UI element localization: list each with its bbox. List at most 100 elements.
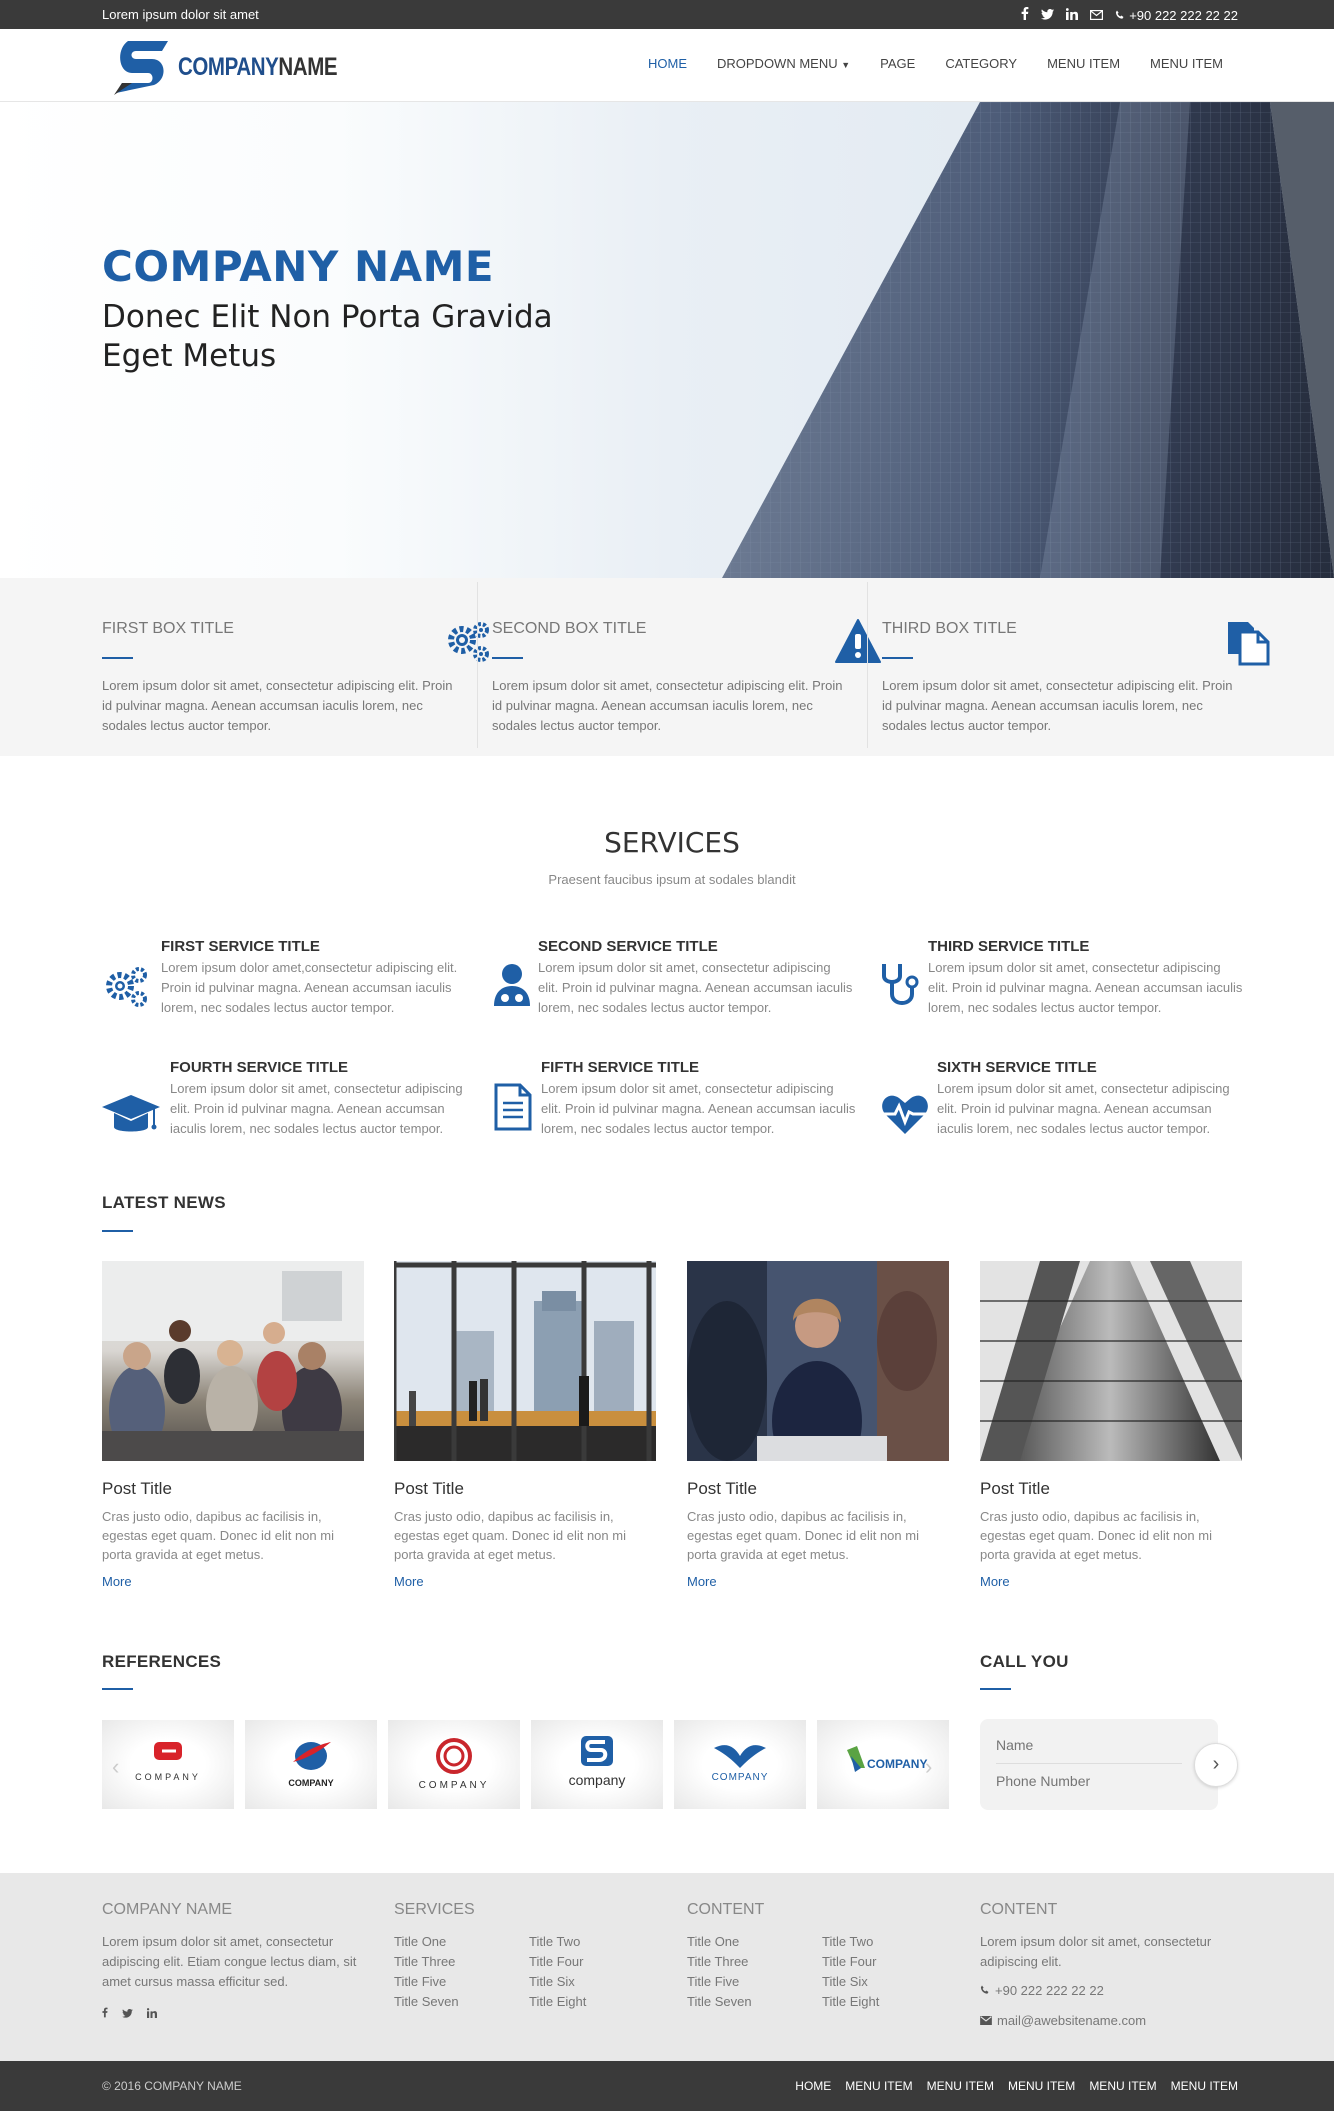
footer-services-col2: Title Two Title Four Title Six Title Eig… <box>529 1932 586 2012</box>
footer-nav-item[interactable]: MENU ITEM <box>1089 2079 1156 2093</box>
service-item: FOURTH SERVICE TITLE Lorem ipsum dolor s… <box>170 1059 470 1139</box>
footer-nav-item[interactable]: MENU ITEM <box>845 2079 912 2093</box>
post-title[interactable]: Post Title <box>394 1479 656 1499</box>
document-icon <box>494 1083 532 1136</box>
footer-link[interactable]: Title Three <box>394 1952 459 1972</box>
submit-button[interactable]: › <box>1194 1743 1238 1787</box>
linkedin-icon[interactable] <box>1066 7 1079 23</box>
service-title: SECOND SERVICE TITLE <box>538 938 718 955</box>
top-phone: +90 222 222 22 22 <box>1115 8 1238 23</box>
more-link[interactable]: More <box>687 1574 949 1589</box>
post-title[interactable]: Post Title <box>687 1479 949 1499</box>
hero-subtitle: Donec Elit Non Porta Gravida Eget Metus <box>102 299 553 374</box>
service-item: FIRST SERVICE TITLE Lorem ipsum dolor am… <box>161 938 461 1018</box>
footer-link[interactable]: Title Six <box>822 1972 879 1992</box>
footer-link[interactable]: Title Eight <box>822 1992 879 2012</box>
footer-email[interactable]: mail@awebsitename.com <box>980 2011 1146 2031</box>
references-title: REFERENCES <box>102 1652 222 1671</box>
reference-logo[interactable]: company <box>531 1720 663 1809</box>
feature-box: SECOND BOX TITLE Lorem ipsum dolor sit a… <box>492 578 882 756</box>
reference-logo[interactable]: COMPANY <box>245 1720 377 1809</box>
post-image[interactable] <box>102 1261 364 1461</box>
top-contact: +90 222 222 22 22 <box>1021 7 1238 23</box>
nav-menu-item[interactable]: MENU ITEM <box>1135 56 1238 71</box>
footer-nav-item[interactable]: MENU ITEM <box>927 2079 994 2093</box>
facebook-icon[interactable] <box>102 2005 108 2023</box>
more-link[interactable]: More <box>980 1574 1242 1589</box>
footer-link[interactable]: Title Four <box>529 1952 586 1972</box>
feature-box: FIRST BOX TITLE Lorem ipsum dolor sit am… <box>102 578 492 756</box>
footer-link[interactable]: Title Two <box>529 1932 586 1952</box>
logo-text: COMPANYNAME <box>178 53 338 81</box>
twitter-icon[interactable] <box>122 2005 133 2023</box>
nav-home[interactable]: HOME <box>633 56 702 71</box>
post-image[interactable] <box>980 1261 1242 1461</box>
heartbeat-icon <box>881 1094 929 1141</box>
nav-dropdown-menu[interactable]: DROPDOWN MENU ▼ <box>702 56 865 71</box>
nav-page[interactable]: PAGE <box>865 56 930 71</box>
phone-icon <box>980 1981 990 2001</box>
footer-nav-item[interactable]: MENU ITEM <box>1171 2079 1238 2093</box>
service-text: Lorem ipsum dolor amet,consectetur adipi… <box>161 960 458 1015</box>
post-image[interactable] <box>687 1261 949 1461</box>
facebook-icon[interactable] <box>1021 7 1029 23</box>
footer-nav-home[interactable]: HOME <box>795 2079 831 2093</box>
nav-menu-item[interactable]: MENU ITEM <box>1032 56 1135 71</box>
doctor-icon <box>492 962 532 1011</box>
feature-boxes: FIRST BOX TITLE Lorem ipsum dolor sit am… <box>0 578 1334 756</box>
footer-link[interactable]: Title Seven <box>394 1992 459 2012</box>
footer-link[interactable]: Title Eight <box>529 1992 586 2012</box>
box-text: Lorem ipsum dolor sit amet, consectetur … <box>492 678 843 733</box>
logo[interactable]: COMPANYNAME <box>108 35 338 97</box>
post-title[interactable]: Post Title <box>980 1479 1242 1499</box>
reference-logo[interactable]: COMPANY <box>102 1720 234 1809</box>
reference-name: COMPANY <box>135 1772 201 1782</box>
footer-social <box>102 2005 157 2023</box>
reference-logo[interactable]: COMPANY <box>674 1720 806 1809</box>
footer-link[interactable]: Title Three <box>687 1952 752 1972</box>
divider <box>867 582 868 748</box>
service-text: Lorem ipsum dolor sit amet, consectetur … <box>170 1081 463 1136</box>
mail-icon[interactable] <box>1090 8 1104 23</box>
twitter-icon[interactable] <box>1041 8 1055 23</box>
gears-icon <box>102 962 150 1015</box>
footer-nav-item[interactable]: MENU ITEM <box>1008 2079 1075 2093</box>
footer-link[interactable]: Title Four <box>822 1952 879 1972</box>
footer-link[interactable]: Title One <box>687 1932 752 1952</box>
post-image[interactable] <box>394 1261 656 1461</box>
footer-link[interactable]: Title One <box>394 1932 459 1952</box>
footer-link[interactable]: Title Two <box>822 1932 879 1952</box>
carousel-next-icon[interactable]: › <box>925 1754 932 1780</box>
footer-link[interactable]: Title Seven <box>687 1992 752 2012</box>
divider <box>477 582 478 748</box>
footer-link[interactable]: Title Five <box>394 1972 459 1992</box>
nav-category[interactable]: CATEGORY <box>930 56 1032 71</box>
box-text: Lorem ipsum dolor sit amet, consectetur … <box>102 678 453 733</box>
reference-logo[interactable]: COMPANY <box>388 1720 520 1809</box>
graduation-cap-icon <box>102 1093 160 1142</box>
service-item: SECOND SERVICE TITLE Lorem ipsum dolor s… <box>538 938 853 1018</box>
news-post: Post Title Cras justo odio, dapibus ac f… <box>102 1261 364 1589</box>
footer-link[interactable]: Title Five <box>687 1972 752 1992</box>
hero-title: COMPANY NAME <box>102 242 495 291</box>
carousel-prev-icon[interactable]: ‹ <box>112 1754 119 1780</box>
more-link[interactable]: More <box>102 1574 364 1589</box>
service-item: THIRD SERVICE TITLE Lorem ipsum dolor si… <box>928 938 1243 1018</box>
box-text: Lorem ipsum dolor sit amet, consectetur … <box>882 678 1233 733</box>
post-excerpt: Cras justo odio, dapibus ac facilisis in… <box>102 1509 334 1562</box>
service-item: SIXTH SERVICE TITLE Lorem ipsum dolor si… <box>937 1059 1242 1139</box>
name-input[interactable] <box>996 1737 1191 1753</box>
footer-link[interactable]: Title Six <box>529 1972 586 1992</box>
gears-icon <box>444 618 492 666</box>
more-link[interactable]: More <box>394 1574 656 1589</box>
reference-name: COMPANY <box>418 1780 490 1791</box>
linkedin-icon[interactable] <box>146 2005 157 2023</box>
service-title: FIFTH SERVICE TITLE <box>541 1059 700 1076</box>
warning-icon <box>834 618 882 666</box>
services-subtitle: Praesent faucibus ipsum at sodales bland… <box>548 872 796 887</box>
post-title[interactable]: Post Title <box>102 1479 364 1499</box>
footer-content-col1: Title One Title Three Title Five Title S… <box>687 1932 752 2012</box>
service-text: Lorem ipsum dolor sit amet, consectetur … <box>541 1081 856 1136</box>
phone-input[interactable] <box>996 1773 1191 1789</box>
footer-services-col1: Title One Title Three Title Five Title S… <box>394 1932 459 2012</box>
